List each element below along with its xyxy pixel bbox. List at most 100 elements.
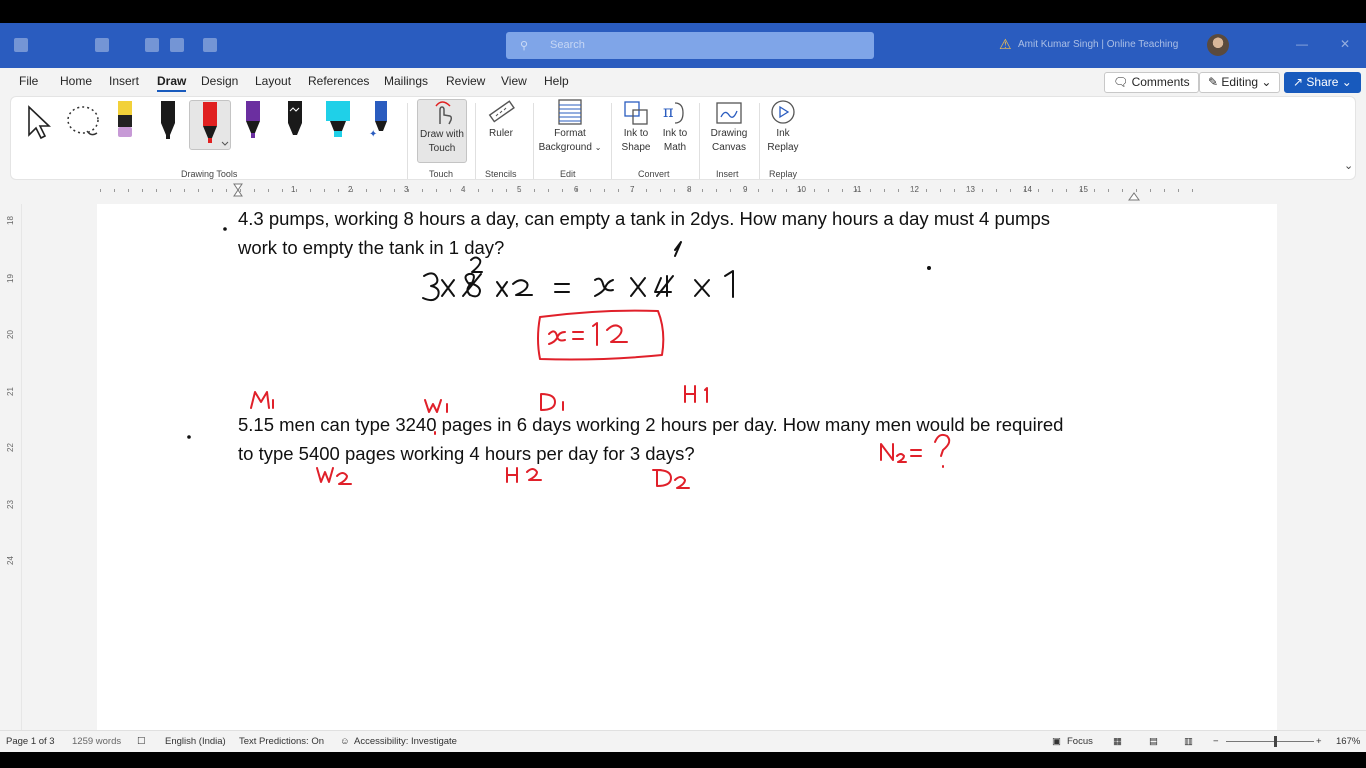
ink-to-shape-label-1: Ink to: [623, 128, 649, 139]
minimize-icon[interactable]: —: [1296, 37, 1308, 51]
web-layout-icon[interactable]: ▥: [1184, 736, 1193, 747]
warning-icon[interactable]: ⚠: [999, 36, 1012, 53]
comments-button[interactable]: 🗨 Comments: [1104, 72, 1199, 93]
editing-button[interactable]: ✎ Editing ⌄: [1199, 72, 1281, 93]
select-cursor-icon[interactable]: [25, 105, 53, 141]
horizontal-ruler[interactable]: 1 2 3 4 5 6 7 8 9 10 11 12 13 14 15: [0, 182, 1366, 204]
draw-with-touch-button[interactable]: Draw with Touch: [417, 99, 467, 163]
ink-to-shape-button[interactable]: Ink to Shape: [617, 99, 655, 155]
document-page[interactable]: 4.3 pumps, working 8 hours a day, can em…: [97, 204, 1277, 730]
right-indent-marker-icon[interactable]: [1128, 190, 1140, 202]
vruler-number: 19: [5, 274, 15, 283]
collapse-ribbon-icon[interactable]: ⌄: [1344, 159, 1353, 172]
file-icon[interactable]: [145, 38, 159, 52]
ruler-tick: [688, 189, 689, 192]
ink-to-math-label-1: Ink to: [662, 128, 688, 139]
accessibility-status[interactable]: Accessibility: Investigate: [354, 736, 457, 747]
highlighter-pencil-icon[interactable]: [115, 101, 135, 141]
separator: [699, 103, 700, 179]
ink-to-math-label-2: Math: [663, 142, 687, 153]
ruler-tick: [772, 189, 773, 192]
ruler-tick: [912, 189, 913, 192]
chevron-down-icon: ⌄: [594, 143, 602, 152]
focus-mode[interactable]: Focus: [1067, 736, 1093, 747]
zoom-slider-knob[interactable]: [1274, 736, 1277, 747]
vruler-number: 24: [5, 556, 15, 565]
ruler-tick: [1150, 189, 1151, 192]
drawing-canvas-button[interactable]: Drawing Canvas: [705, 99, 753, 155]
ruler-tick: [338, 189, 339, 192]
red-pen-selected[interactable]: [189, 100, 231, 150]
ruler-tick: [1052, 189, 1053, 192]
tab-layout[interactable]: Layout: [255, 74, 291, 88]
ruler-tick: [184, 189, 185, 192]
black-pen-icon[interactable]: [158, 101, 178, 141]
ruler-tick: [226, 189, 227, 192]
ruler-tick: [1136, 189, 1137, 192]
cyan-highlighter-icon[interactable]: [325, 101, 351, 141]
ruler-tick: [618, 189, 619, 192]
zoom-slider[interactable]: [1226, 741, 1314, 742]
save-icon[interactable]: [95, 38, 109, 52]
ruler-tick: [968, 189, 969, 192]
ruler-button[interactable]: Ruler: [481, 99, 521, 141]
ruler-tick: [198, 189, 199, 192]
print-layout-icon[interactable]: ▤: [1149, 736, 1158, 747]
ruler-tick: [1122, 189, 1123, 192]
undo-icon[interactable]: [170, 38, 184, 52]
ink-replay-button[interactable]: Ink Replay: [763, 99, 803, 155]
share-button[interactable]: ↗ Share ⌄: [1284, 72, 1361, 93]
read-mode-icon[interactable]: ▦: [1113, 736, 1122, 747]
indent-marker-icon[interactable]: [232, 182, 244, 204]
black-galaxy-pen-icon[interactable]: [285, 101, 305, 141]
tab-references[interactable]: References: [308, 74, 369, 88]
tab-mailings[interactable]: Mailings: [384, 74, 428, 88]
ruler-tick: [128, 189, 129, 192]
tab-insert[interactable]: Insert: [109, 74, 139, 88]
svg-text:π: π: [663, 102, 674, 121]
ink-to-math-button[interactable]: π Ink to Math: [657, 99, 693, 155]
close-icon[interactable]: ✕: [1340, 37, 1350, 51]
redo-icon[interactable]: [203, 38, 217, 52]
zoom-in-icon[interactable]: +: [1316, 736, 1322, 747]
drawing-canvas-icon: [716, 102, 742, 124]
zoom-level[interactable]: 167%: [1336, 736, 1360, 747]
tab-file[interactable]: File: [19, 74, 38, 88]
proofing-icon[interactable]: ☐: [137, 736, 146, 747]
lasso-select-icon[interactable]: [65, 103, 103, 139]
ink-to-shape-label-2: Shape: [621, 142, 651, 153]
tab-design[interactable]: Design: [201, 74, 238, 88]
format-background-button[interactable]: Format Background ⌄: [537, 99, 603, 155]
search-box[interactable]: ⚲ Search: [506, 32, 874, 59]
ruler-tick: [492, 189, 493, 192]
ruler-tick: [422, 189, 423, 192]
ribbon: File Home Insert Draw Design Layout Refe…: [0, 68, 1366, 182]
group-edit: Edit: [560, 169, 576, 179]
page-count[interactable]: Page 1 of 3: [6, 736, 55, 747]
ink-to-shape-icon: [624, 101, 648, 125]
avatar[interactable]: [1207, 34, 1229, 56]
action-pen-icon[interactable]: ✦: [369, 101, 391, 141]
user-name[interactable]: Amit Kumar Singh | Online Teaching: [1018, 39, 1178, 50]
ruler-tick: [1094, 189, 1095, 192]
tab-draw[interactable]: Draw: [157, 74, 187, 92]
tab-help[interactable]: Help: [544, 74, 569, 88]
purple-pen-icon[interactable]: [243, 101, 263, 141]
ruler-tick: [520, 189, 521, 192]
tab-home[interactable]: Home: [60, 74, 92, 88]
ribbon-tabs: File Home Insert Draw Design Layout Refe…: [0, 68, 1366, 94]
text-predictions[interactable]: Text Predictions: On: [239, 736, 324, 747]
editing-label: Editing: [1221, 75, 1259, 89]
word-count[interactable]: 1259 words: [72, 736, 121, 747]
vertical-ruler[interactable]: 18 19 20 21 22 23 24: [0, 204, 22, 730]
language[interactable]: English (India): [165, 736, 226, 747]
zoom-out-icon[interactable]: −: [1213, 736, 1219, 747]
vruler-number: 21: [5, 387, 15, 396]
ruler-tick: [366, 189, 367, 192]
ruler-tick: [814, 189, 815, 192]
tab-review[interactable]: Review: [446, 74, 485, 88]
tab-view[interactable]: View: [501, 74, 527, 88]
comments-label: Comments: [1131, 75, 1190, 89]
ruler-tick: [632, 189, 633, 192]
drawing-canvas-label-2: Canvas: [712, 142, 746, 153]
